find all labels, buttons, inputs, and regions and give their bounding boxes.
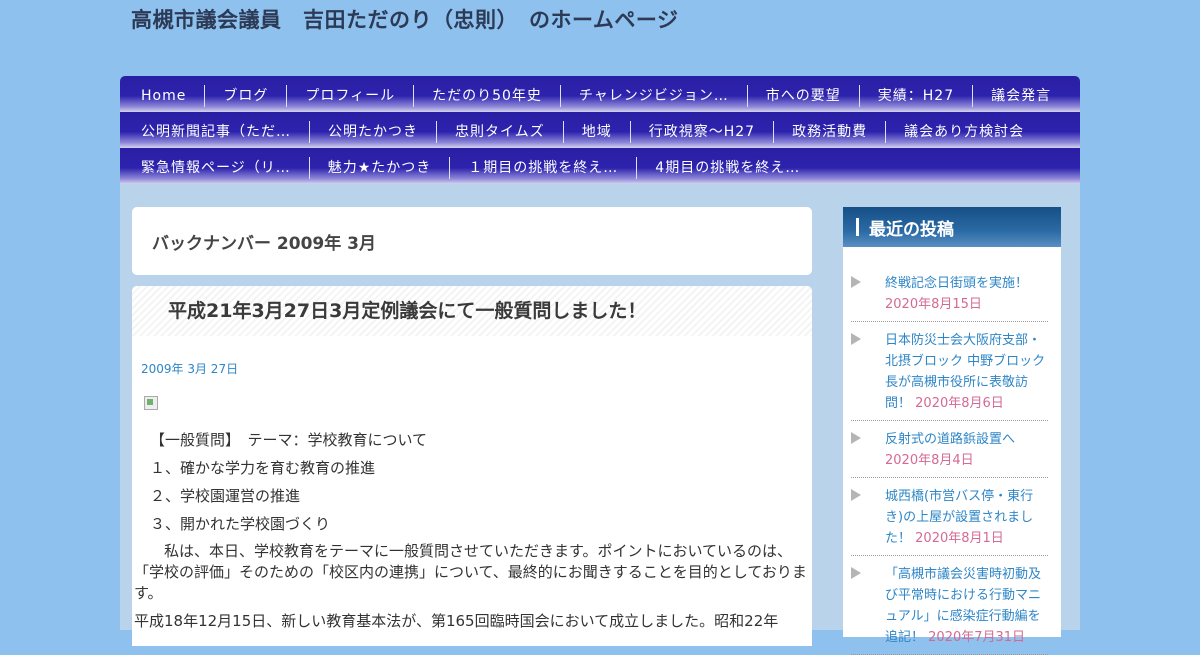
sidebar-heading: 最近の投稿 — [843, 207, 1061, 247]
nav-item-profile[interactable]: プロフィール — [286, 85, 413, 107]
archive-header: バックナンバー 2009年 3月 — [132, 207, 812, 275]
post-title[interactable]: 平成21年3月27日3月定例議会にて一般質問しました！ — [168, 296, 812, 323]
post-line-item-1: １、確かな学力を育む教育の推進 — [150, 459, 376, 477]
recent-posts-list: 終戦記念日街頭を実施！ 2020年8月15日 日本防災士会大阪府支部・北摂ブロッ… — [843, 247, 1061, 655]
nav-item-first-term[interactable]: １期目の挑戦を終え… — [449, 157, 636, 179]
post-line-item-2: ２、学校園運営の推進 — [150, 487, 301, 505]
nav-item-50-year-history[interactable]: ただのり50年史 — [413, 85, 560, 107]
nav-item-challenge-vision[interactable]: チャレンジビジョン… — [559, 85, 747, 107]
heading-bar-icon — [856, 218, 859, 236]
recent-post-link[interactable]: 反射式の道路鋲設置へ — [885, 432, 1015, 447]
recent-post-link[interactable]: 終戦記念日街頭を実施！ — [885, 276, 1028, 291]
nav-row-3: 緊急情報ページ（リ… 魅力★たかつき １期目の挑戦を終え… 4期目の挑戦を終え… — [120, 148, 1080, 184]
post-header: 平成21年3月27日3月定例議会にて一般質問しました！ — [132, 286, 812, 336]
list-item: 「高槻市議会災害時初動及び平常時における行動マニュアル」に感染症行動編を追記！ … — [851, 564, 1048, 655]
recent-post-date: 2020年8月15日 — [885, 297, 982, 312]
sidebar: 最近の投稿 終戦記念日街頭を実施！ 2020年8月15日 日本防災士会大阪府支部… — [843, 207, 1061, 655]
nav-item-requests-to-city[interactable]: 市への要望 — [746, 85, 859, 107]
nav-item-blog[interactable]: ブログ — [204, 85, 286, 107]
nav-item-tadanori-times[interactable]: 忠則タイムズ — [436, 121, 563, 143]
broken-image-icon — [144, 396, 158, 410]
nav-item-fourth-term[interactable]: 4期目の挑戦を終え… — [636, 157, 818, 179]
nav-item-council-review[interactable]: 議会あり方検討会 — [885, 121, 1042, 143]
list-item: 反射式の道路鋲設置へ 2020年8月4日 — [851, 429, 1048, 478]
sidebar-heading-label: 最近の投稿 — [869, 219, 954, 240]
site-title[interactable]: 高槻市議会議員 吉田ただのり（忠則） のホームページ — [131, 4, 678, 34]
post-paragraph-2: 平成18年12月15日、新しい教育基本法が、第165回臨時国会において成立しまし… — [134, 612, 779, 630]
triangle-bullet-icon — [851, 567, 861, 579]
recent-post-date: 2020年8月4日 — [885, 453, 974, 468]
recent-post-date: 2020年8月6日 — [915, 396, 1004, 411]
nav-item-achievements-h27[interactable]: 実績：H27 — [858, 85, 972, 107]
list-item: 城西橋(市営バス停・東行き)の上屋が設置されました！ 2020年8月1日 — [851, 486, 1048, 556]
post-date: 2009年 3月 27日 — [141, 362, 239, 376]
nav-item-komei-takatsuki[interactable]: 公明たかつき — [309, 121, 436, 143]
triangle-bullet-icon — [851, 333, 861, 345]
post-entry: 平成21年3月27日3月定例議会にて一般質問しました！ 2009年 3月 27日… — [132, 286, 812, 646]
post-line-item-3: ３、開かれた学校園づくり — [150, 515, 331, 533]
nav-item-region[interactable]: 地域 — [562, 121, 630, 143]
list-item: 終戦記念日街頭を実施！ 2020年8月15日 — [851, 273, 1048, 322]
archive-title: バックナンバー 2009年 3月 — [152, 234, 376, 254]
triangle-bullet-icon — [851, 432, 861, 444]
triangle-bullet-icon — [851, 276, 861, 288]
recent-post-date: 2020年7月31日 — [928, 630, 1026, 645]
nav-item-political-activity-fees[interactable]: 政務活動費 — [773, 121, 885, 143]
post-paragraph: 私は、本日、学校教育をテーマに一般質問させていただきます。ポイントにおいているの… — [134, 542, 807, 602]
nav-item-emergency-info[interactable]: 緊急情報ページ（リ… — [123, 157, 309, 179]
main-navigation: Home ブログ プロフィール ただのり50年史 チャレンジビジョン… 市への要… — [120, 76, 1080, 184]
recent-post-date: 2020年8月1日 — [915, 531, 1004, 546]
nav-item-charm-takatsuki[interactable]: 魅力★たかつき — [308, 157, 450, 179]
nav-row-1: Home ブログ プロフィール ただのり50年史 チャレンジビジョン… 市への要… — [120, 76, 1080, 112]
nav-item-home[interactable]: Home — [123, 85, 204, 107]
post-line-heading: 【一般質問】 テーマ：学校教育について — [150, 431, 428, 449]
nav-item-council-remarks[interactable]: 議会発言 — [972, 85, 1069, 107]
triangle-bullet-icon — [851, 489, 861, 501]
nav-row-2: 公明新聞記事（ただ… 公明たかつき 忠則タイムズ 地域 行政視察～H27 政務活… — [120, 112, 1080, 148]
list-item: 日本防災士会大阪府支部・北摂ブロック 中野ブロック長が高槻市役所に表敬訪問！ 2… — [851, 330, 1048, 421]
nav-item-inspection-h27[interactable]: 行政視察～H27 — [629, 121, 773, 143]
nav-item-komei-newspaper[interactable]: 公明新聞記事（ただ… — [123, 121, 309, 143]
